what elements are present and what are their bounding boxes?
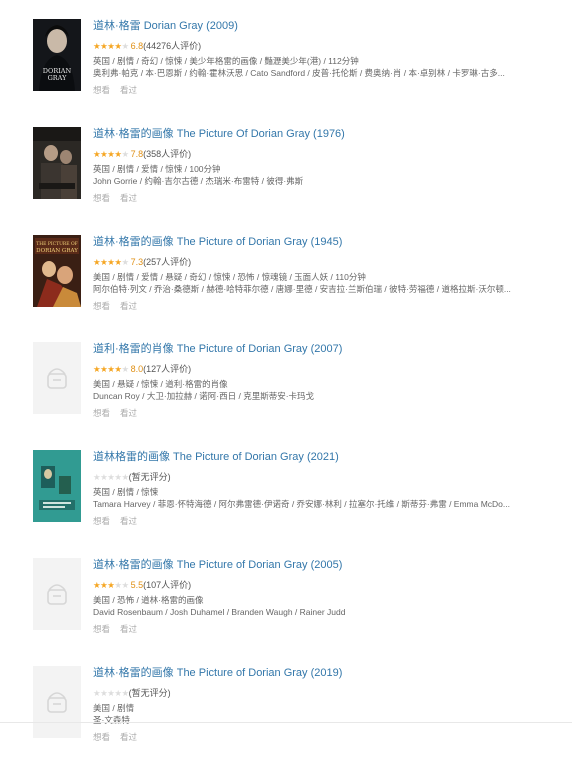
movie-meta-genres: 英国 / 剧情 / 惊悚 <box>93 487 159 497</box>
want-to-watch-button[interactable]: 想看 <box>93 301 110 311</box>
rating-row: ★★★★★ 5.5(107人评价) <box>93 579 191 591</box>
movie-meta-cast: John Gorrie / 约翰·吉尔古德 / 杰瑞米·布雷特 / 彼得·弗斯 <box>93 176 304 186</box>
movie-title-link[interactable]: 道林·格雷 Dorian Gray (2009) <box>93 19 238 33</box>
movie-poster[interactable] <box>33 450 81 522</box>
movie-actions: 想看 看过 <box>93 516 147 527</box>
movie-meta-cast: David Rosenbaum / Josh Duhamel / Branden… <box>93 607 346 617</box>
watched-button[interactable]: 看过 <box>120 516 137 526</box>
rating-stars-icon: ★★★★★ <box>93 688 129 698</box>
rating-row: ★★★★★(暂无评分) <box>93 687 171 699</box>
movie-title-link[interactable]: 道林·格雷的画像 The Picture of Dorian Gray (194… <box>93 235 342 249</box>
rating-score: 7.8 <box>130 149 144 159</box>
poster-dorian-gray-2009-icon: DORIAN GRAY <box>33 19 81 91</box>
poster-placeholder-icon <box>33 342 81 414</box>
rating-count: (257人评价) <box>143 257 192 267</box>
movie-poster[interactable] <box>33 666 81 738</box>
movie-title-link[interactable]: 道林格雷的画像 The Picture of Dorian Gray (2021… <box>93 450 339 464</box>
watched-button[interactable]: 看过 <box>120 408 137 418</box>
rating-stars-icon: ★★★★★ <box>93 257 129 267</box>
svg-text:GRAY: GRAY <box>48 74 68 82</box>
svg-text:THE PICTURE OF: THE PICTURE OF <box>36 241 78 247</box>
rating-score: 8.0 <box>130 364 144 374</box>
poster-placeholder-icon <box>33 666 81 738</box>
rating-stars-icon: ★★★★★ <box>93 41 129 51</box>
movie-result-item: 道林·格雷的画像 The Picture of Dorian Gray (201… <box>0 666 572 774</box>
watched-button[interactable]: 看过 <box>120 193 137 203</box>
movie-actions: 想看 看过 <box>93 408 147 419</box>
rating-count: (44276人评价) <box>143 41 202 51</box>
svg-text:DORIAN GRAY: DORIAN GRAY <box>36 248 78 254</box>
rating-row: ★★★★★ 6.8(44276人评价) <box>93 40 201 52</box>
movie-actions: 想看 看过 <box>93 301 147 312</box>
watched-button[interactable]: 看过 <box>120 624 137 634</box>
rating-stars-icon: ★★★★★ <box>93 149 129 159</box>
movie-meta-cast: 奥利弗·帕克 / 本·巴恩斯 / 约翰·霍林沃思 / Cato Sandford… <box>93 68 505 78</box>
rating-count: (107人评价) <box>143 580 192 590</box>
movie-poster[interactable]: THE PICTURE OF DORIAN GRAY <box>33 235 81 307</box>
movie-meta-genres: 英国 / 剧情 / 爱情 / 惊悚 / 100分钟 <box>93 164 221 174</box>
rating-score: 6.8 <box>130 41 144 51</box>
watched-button[interactable]: 看过 <box>120 301 137 311</box>
movie-poster[interactable] <box>33 127 81 199</box>
want-to-watch-button[interactable]: 想看 <box>93 85 110 95</box>
rating-row: ★★★★★ 7.8(358人评价) <box>93 148 191 160</box>
movie-meta-cast: Duncan Roy / 大卫·加拉赫 / 诺阿·西日 / 克里斯蒂安·卡玛戈 <box>93 391 315 401</box>
movie-actions: 想看 看过 <box>93 193 147 204</box>
want-to-watch-button[interactable]: 想看 <box>93 408 110 418</box>
rating-score: 5.5 <box>130 580 144 590</box>
movie-title-link[interactable]: 道林·格雷的画像 The Picture Of Dorian Gray (197… <box>93 127 345 141</box>
rating-row: ★★★★★ 8.0(127人评价) <box>93 363 191 375</box>
rating-stars-icon: ★★★★★ <box>93 472 129 482</box>
rating-stars-icon: ★★★★★ <box>93 364 129 374</box>
watched-button[interactable]: 看过 <box>120 732 137 742</box>
movie-result-item: 道林格雷的画像 The Picture of Dorian Gray (2021… <box>0 450 572 558</box>
movie-meta-cast: 圣·文森特 <box>93 715 130 725</box>
movie-result-item: 道林·格雷的画像 The Picture Of Dorian Gray (197… <box>0 127 572 235</box>
movie-meta-genres: 美国 / 剧情 <box>93 703 135 713</box>
rating-row: ★★★★★ 7.3(257人评价) <box>93 256 191 268</box>
rating-score: 7.3 <box>130 257 144 267</box>
movie-result-item: 道利·格雷的肖像 The Picture of Dorian Gray (200… <box>0 342 572 450</box>
rating-count: (358人评价) <box>143 149 192 159</box>
movie-actions: 想看 看过 <box>93 85 147 96</box>
rating-count: (暂无评分) <box>128 688 171 698</box>
rating-row: ★★★★★(暂无评分) <box>93 471 171 483</box>
movie-actions: 想看 看过 <box>93 624 147 635</box>
movie-result-item: 道林·格雷的画像 The Picture of Dorian Gray (200… <box>0 558 572 666</box>
want-to-watch-button[interactable]: 想看 <box>93 516 110 526</box>
movie-actions: 想看 看过 <box>93 732 147 743</box>
movie-meta-cast: 阿尔伯特·列文 / 乔治·桑德斯 / 赫德·哈特菲尔德 / 唐娜·里德 / 安吉… <box>93 284 511 294</box>
movie-result-item: THE PICTURE OF DORIAN GRAY 道林·格雷的画像 The Pi… <box>0 235 572 343</box>
movie-meta-genres: 美国 / 恐怖 / 道林·格雷的画像 <box>93 595 204 605</box>
poster-placeholder-icon <box>33 558 81 630</box>
watched-button[interactable]: 看过 <box>120 85 137 95</box>
want-to-watch-button[interactable]: 想看 <box>93 624 110 634</box>
movie-title-link[interactable]: 道林·格雷的画像 The Picture of Dorian Gray (200… <box>93 558 342 572</box>
poster-dorian-gray-1945-icon: THE PICTURE OF DORIAN GRAY <box>33 235 81 307</box>
movie-meta-cast: Tamara Harvey / 菲恩·怀特海德 / 阿尔弗雷德·伊诺奇 / 乔安… <box>93 499 510 509</box>
list-divider <box>0 722 572 723</box>
movie-result-item: DORIAN GRAY 道林·格雷 Dorian Gray (2009) ★★★★★ 6… <box>0 19 572 127</box>
rating-stars-icon: ★★★★★ <box>93 580 129 590</box>
movie-meta-genres: 美国 / 剧情 / 爱情 / 悬疑 / 奇幻 / 惊悚 / 恐怖 / 惊魂镜 /… <box>93 272 366 282</box>
want-to-watch-button[interactable]: 想看 <box>93 193 110 203</box>
want-to-watch-button[interactable]: 想看 <box>93 732 110 742</box>
movie-meta-genres: 英国 / 剧情 / 奇幻 / 惊悚 / 美少年格雷的画像 / 豔瀝美少年(港) … <box>93 56 359 66</box>
movie-poster[interactable] <box>33 558 81 630</box>
movie-title-link[interactable]: 道利·格雷的肖像 The Picture of Dorian Gray (200… <box>93 342 342 356</box>
movie-meta-genres: 美国 / 悬疑 / 惊悚 / 道利·格雷的肖像 <box>93 379 228 389</box>
rating-count: (暂无评分) <box>128 472 171 482</box>
poster-dorian-gray-2021-icon <box>33 450 81 522</box>
rating-count: (127人评价) <box>143 364 192 374</box>
poster-dorian-gray-1976-icon <box>33 127 81 199</box>
movie-poster[interactable]: DORIAN GRAY <box>33 19 81 91</box>
movie-poster[interactable] <box>33 342 81 414</box>
movie-title-link[interactable]: 道林·格雷的画像 The Picture of Dorian Gray (201… <box>93 666 342 680</box>
